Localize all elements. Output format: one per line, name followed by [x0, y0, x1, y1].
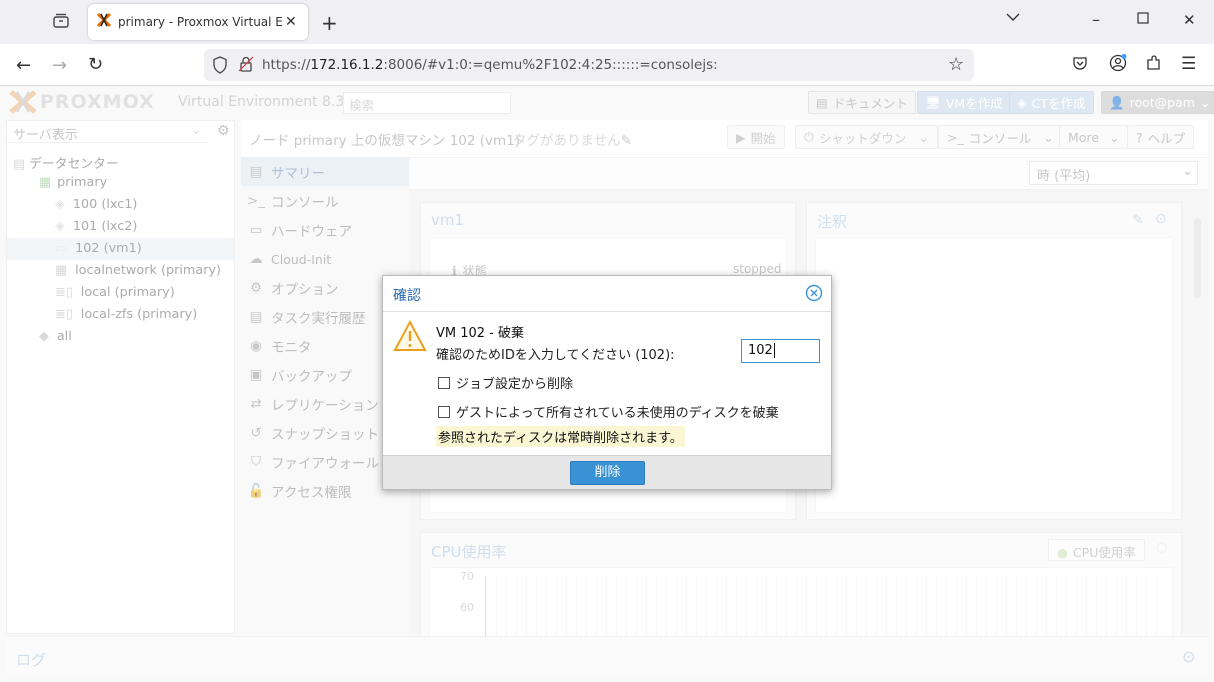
destroy-unused-checkbox[interactable] — [438, 406, 450, 418]
close-tab-icon[interactable]: ✕ — [285, 14, 297, 30]
url-path: :8006/#v1:0:=qemu%2F102:4:25::::::=conso… — [383, 57, 718, 73]
text-cursor — [773, 343, 775, 358]
dialog-header: 確認 — [383, 276, 831, 312]
browser-tab[interactable]: primary - Proxmox Virtual Environment ✕ — [88, 4, 308, 40]
chevron-down-icon[interactable] — [1006, 12, 1020, 22]
account-icon[interactable] — [1109, 54, 1127, 72]
destroy-unused-checkbox-row[interactable]: ゲストによって所有されている未使用のディスクを破棄 — [438, 402, 779, 421]
dialog-title: 確認 — [393, 288, 421, 304]
pocket-icon[interactable] — [1072, 55, 1088, 71]
browser-tab-bar: primary - Proxmox Virtual Environment ✕ … — [0, 0, 1214, 44]
maximize-icon[interactable] — [1137, 12, 1149, 24]
warning-triangle-icon — [393, 319, 427, 356]
shield-icon[interactable] — [212, 56, 228, 78]
notice-text: 参照されたディスクは常時削除されます。 — [436, 426, 685, 447]
purge-job-checkbox[interactable] — [438, 377, 450, 389]
back-icon[interactable]: ← — [16, 55, 31, 76]
menu-icon[interactable]: ☰ — [1181, 54, 1196, 74]
confirm-prompt: 確認のためIDを入力してください (102): — [436, 348, 675, 363]
confirm-dialog: 確認 VM 102 - 破棄 確認のためIDを入力してください (102): 1… — [382, 275, 832, 490]
dialog-heading: VM 102 - 破棄 — [436, 326, 525, 341]
tab-overview-icon[interactable] — [52, 12, 70, 30]
close-window-icon[interactable]: ✕ — [1183, 11, 1196, 29]
tab-title: primary - Proxmox Virtual Environment — [118, 15, 283, 29]
reload-icon[interactable]: ↻ — [88, 54, 103, 75]
minimize-icon[interactable]: – — [1092, 10, 1100, 29]
proxmox-favicon-icon — [96, 12, 112, 32]
url-host: 172.16.1.2 — [310, 57, 384, 73]
delete-button[interactable]: 削除 — [570, 461, 645, 485]
lock-icon[interactable] — [238, 55, 254, 77]
confirm-id-input[interactable]: 102 — [741, 339, 820, 363]
bookmark-star-icon[interactable]: ☆ — [948, 54, 964, 75]
extensions-icon[interactable] — [1145, 54, 1163, 72]
forward-icon[interactable]: → — [52, 55, 67, 76]
dialog-footer: 削除 — [383, 455, 831, 489]
confirm-id-value: 102 — [748, 343, 773, 358]
purge-job-checkbox-row[interactable]: ジョブ設定から削除 — [438, 373, 573, 392]
url-bar[interactable]: https://172.16.1.2:8006/#v1:0:=qemu%2F10… — [204, 49, 974, 81]
new-tab-icon[interactable]: + — [321, 11, 338, 35]
purge-job-label: ジョブ設定から削除 — [456, 377, 574, 392]
destroy-unused-label: ゲストによって所有されている未使用のディスクを破棄 — [456, 406, 779, 421]
close-circle-icon[interactable] — [805, 284, 823, 306]
url-prefix: https:// — [262, 57, 311, 73]
browser-nav-bar: ← → ↻ https://172.16.1.2:8006/#v1:0:=qem… — [0, 44, 1214, 86]
